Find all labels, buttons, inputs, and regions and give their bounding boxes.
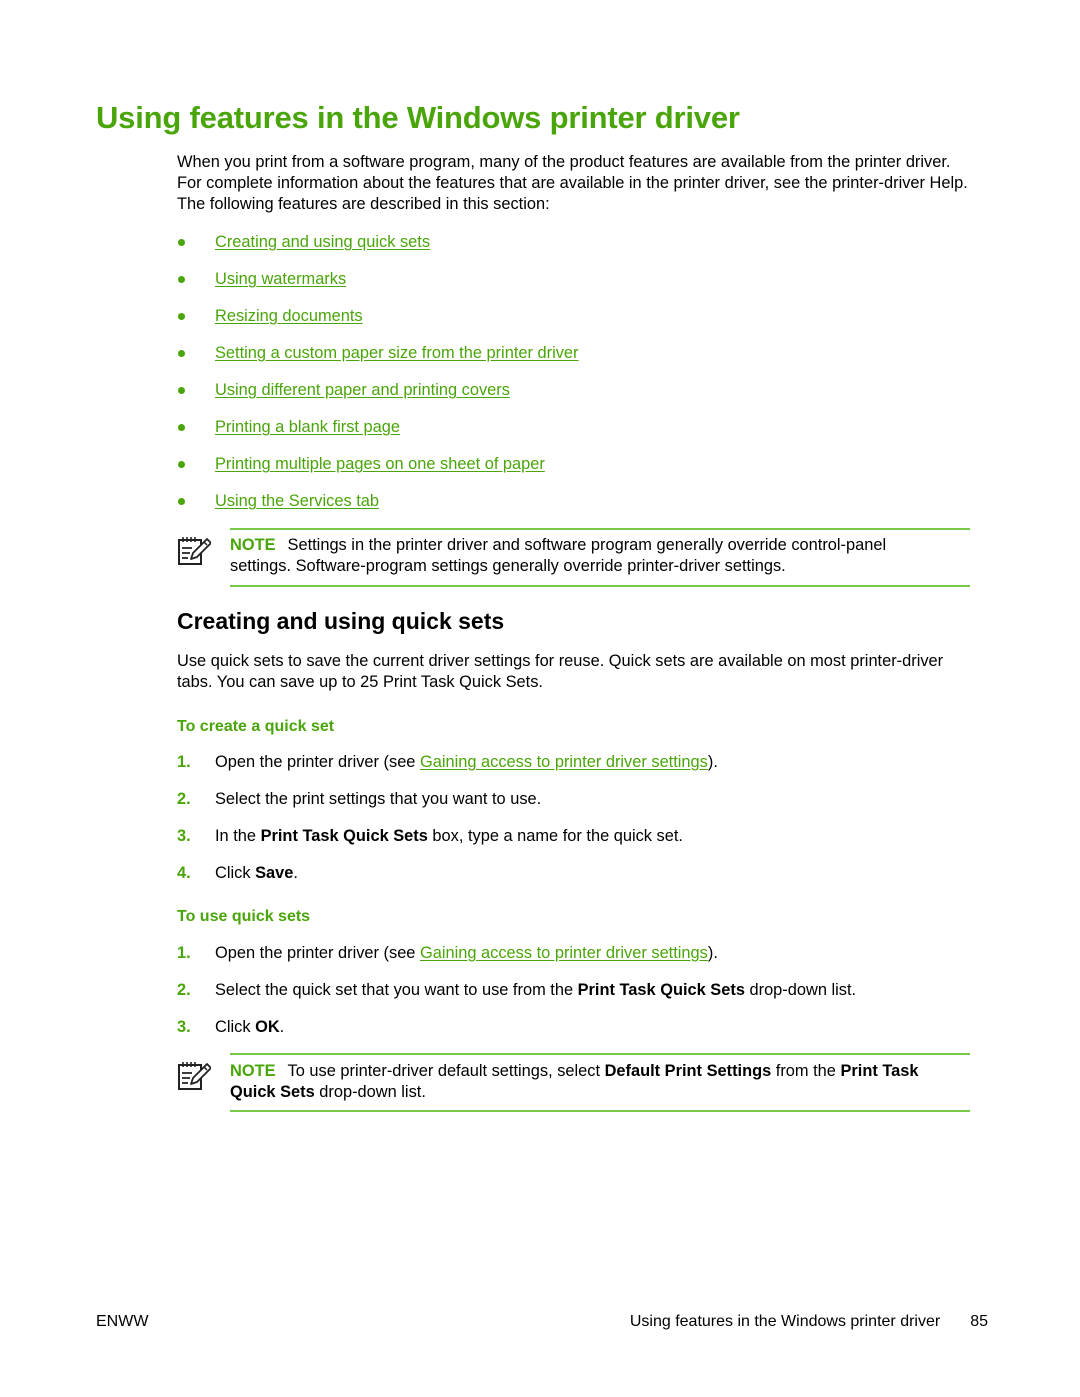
note-box: NOTE Settings in the printer driver and s… (177, 528, 972, 588)
note-top-rule (230, 1053, 970, 1055)
footer-left-label: ENWW (96, 1313, 149, 1330)
note-bottom-rule (230, 585, 970, 587)
step-text: In the (215, 827, 261, 845)
step-text: drop-down list. (744, 981, 857, 999)
link-using-watermarks[interactable]: Using watermarks (215, 270, 346, 288)
ui-term: Print Task Quick Sets (260, 827, 428, 845)
step-text: Click (215, 864, 256, 882)
note-body: To use printer-driver default settings, … (287, 1062, 605, 1080)
step-text: Click (215, 1018, 256, 1036)
bullet-icon (178, 424, 185, 431)
list-item: Setting a custom paper size from the pri… (177, 342, 972, 379)
step-number: 1. (177, 753, 191, 771)
bullet-icon (178, 461, 185, 468)
footer-right: Using features in the Windows printer dr… (630, 1312, 988, 1332)
step-number: 4. (177, 864, 191, 882)
list-item: Printing a blank first page (177, 416, 972, 453)
step-text: Select the print settings that you want … (215, 790, 542, 808)
link-creating-quick-sets[interactable]: Creating and using quick sets (215, 233, 430, 251)
page-number: 85 (970, 1313, 988, 1330)
step-number: 1. (177, 944, 191, 962)
use-quick-sets-heading: To use quick sets (177, 908, 311, 925)
step-item: 3. Click OK. (177, 1016, 972, 1053)
step-item: 2. Select the quick set that you want to… (177, 979, 972, 1016)
list-item: Using different paper and printing cover… (177, 379, 972, 416)
ui-term: OK (255, 1018, 280, 1036)
section-paragraph: Use quick sets to save the current drive… (177, 652, 944, 691)
note-text: NOTE To use printer-driver default settin… (230, 1061, 950, 1103)
step-text: . (293, 864, 298, 882)
note-box: NOTE To use printer-driver default settin… (177, 1053, 972, 1113)
list-item: Creating and using quick sets (177, 231, 972, 268)
note-label: NOTE (230, 1062, 276, 1080)
list-item: Using the Services tab (177, 490, 972, 527)
link-gaining-access-settings[interactable]: Gaining access to printer driver setting… (420, 944, 708, 962)
list-item: Printing multiple pages on one sheet of … (177, 453, 972, 490)
list-item: Resizing documents (177, 305, 972, 342)
use-steps-list: 1. Open the printer driver (see Gaining … (177, 942, 972, 1053)
create-steps-list: 1. Open the printer driver (see Gaining … (177, 751, 972, 899)
ui-term: Save (255, 864, 294, 882)
step-text: Open the printer driver (see (215, 944, 420, 962)
note-bottom-rule (230, 1110, 970, 1112)
step-item: 1. Open the printer driver (see Gaining … (177, 942, 972, 979)
step-number: 3. (177, 827, 191, 845)
note-label: NOTE (230, 536, 276, 554)
note-body: from the (771, 1062, 841, 1080)
bullet-icon (178, 239, 185, 246)
note-body: Settings in the printer driver and softw… (230, 536, 887, 575)
step-number: 3. (177, 1018, 191, 1036)
link-custom-paper-size[interactable]: Setting a custom paper size from the pri… (215, 344, 578, 362)
link-different-paper-covers[interactable]: Using different paper and printing cover… (215, 381, 510, 399)
note-body: drop-down list. (314, 1083, 426, 1101)
ui-term: Default Print Settings (604, 1062, 772, 1080)
page-title: Using features in the Windows printer dr… (96, 100, 740, 135)
step-text: ). (707, 753, 718, 771)
bullet-icon (178, 350, 185, 357)
list-item: Using watermarks (177, 268, 972, 305)
bullet-icon (178, 313, 185, 320)
note-pencil-icon (178, 537, 211, 565)
step-item: 2. Select the print settings that you wa… (177, 788, 972, 825)
link-multiple-pages-per-sheet[interactable]: Printing multiple pages on one sheet of … (215, 455, 545, 473)
link-resizing-documents[interactable]: Resizing documents (215, 307, 363, 325)
note-top-rule (230, 528, 970, 530)
step-number: 2. (177, 981, 191, 999)
bullet-icon (178, 387, 185, 394)
step-item: 1. Open the printer driver (see Gaining … (177, 751, 972, 788)
step-text: . (279, 1018, 285, 1036)
step-text: box, type a name for the quick set. (427, 827, 683, 845)
create-quick-set-heading: To create a quick set (177, 718, 335, 735)
note-pencil-icon (178, 1062, 211, 1090)
step-text: Select the quick set that you want to us… (215, 981, 578, 999)
step-text: Open the printer driver (see (215, 753, 420, 771)
link-services-tab[interactable]: Using the Services tab (215, 492, 379, 510)
ui-term: Print Task Quick Sets (577, 981, 745, 999)
link-blank-first-page[interactable]: Printing a blank first page (215, 418, 400, 436)
section-heading: Creating and using quick sets (177, 608, 505, 634)
bullet-icon (178, 276, 185, 283)
link-gaining-access-settings[interactable]: Gaining access to printer driver setting… (420, 753, 708, 771)
step-item: 4. Click Save. (177, 862, 972, 899)
intro-paragraph: When you print from a software program, … (177, 153, 968, 213)
feature-link-list: Creating and using quick sets Using wate… (177, 231, 972, 527)
step-item: 3. In the Print Task Quick Sets box, typ… (177, 825, 972, 862)
note-text: NOTE Settings in the printer driver and s… (230, 535, 950, 577)
footer-chapter-title: Using features in the Windows printer dr… (629, 1313, 941, 1330)
step-text: ). (707, 944, 718, 962)
bullet-icon (178, 498, 185, 505)
step-number: 2. (177, 790, 191, 808)
